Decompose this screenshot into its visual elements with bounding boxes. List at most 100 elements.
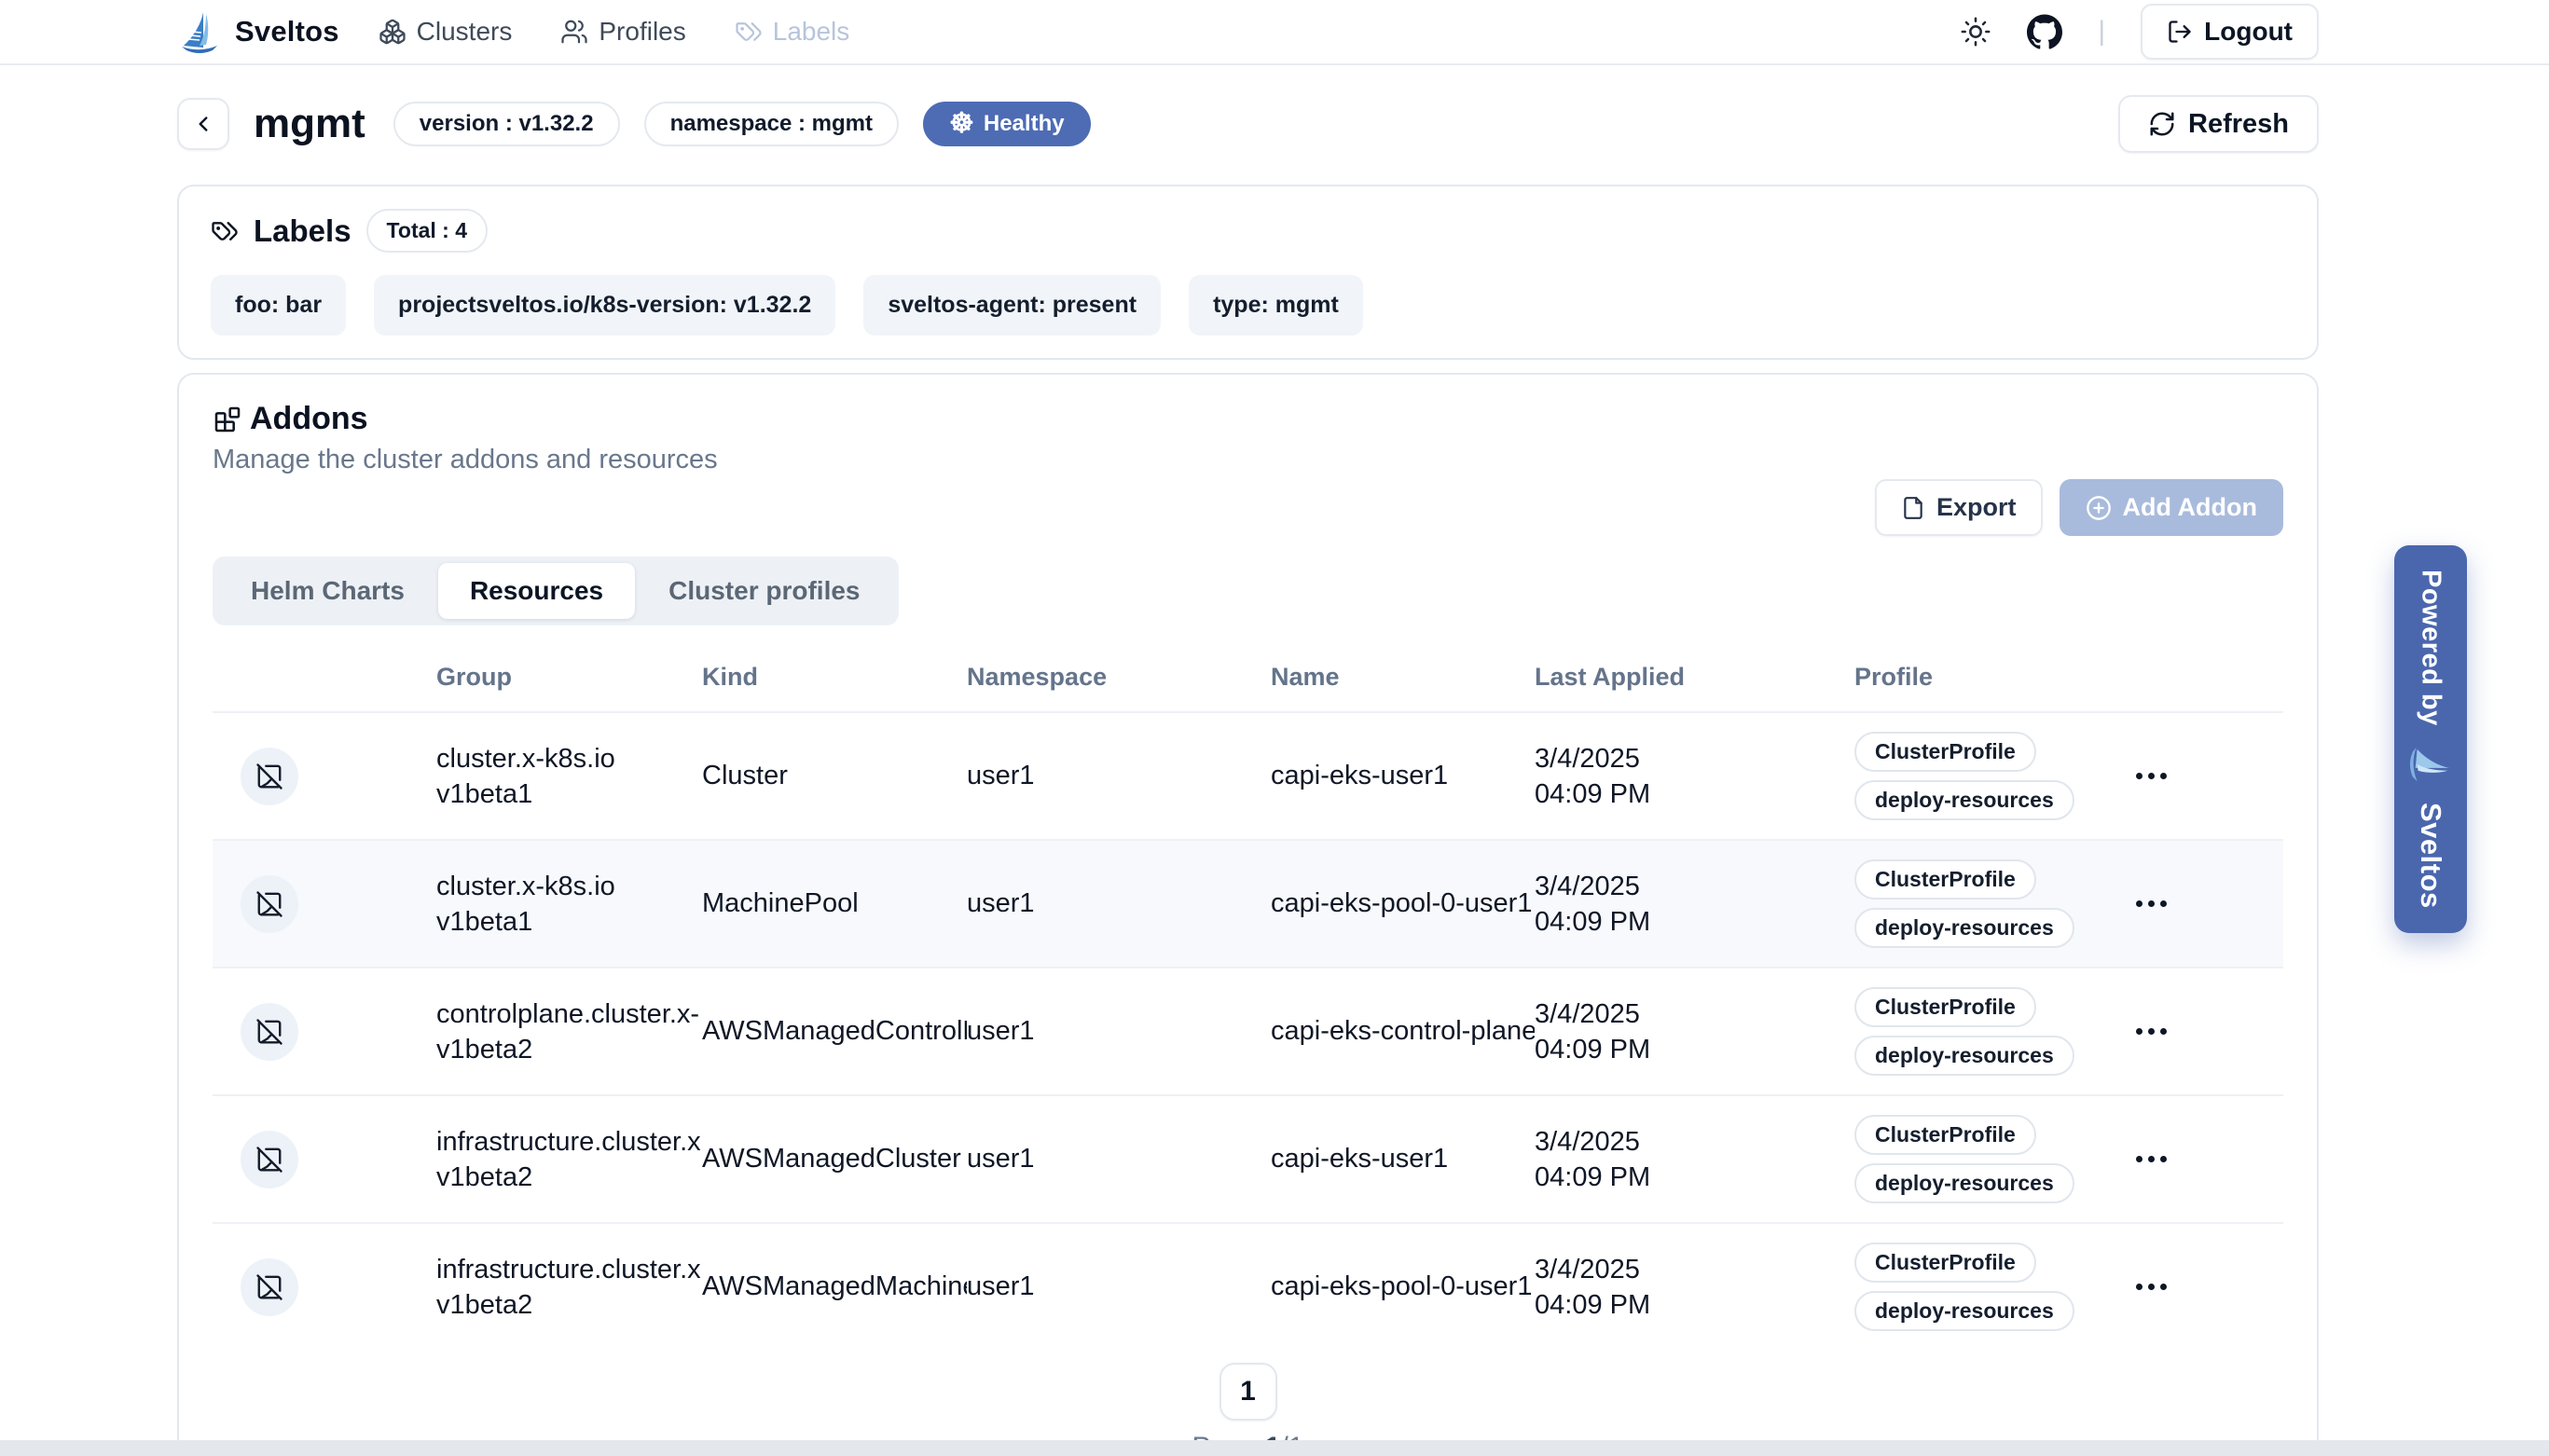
cell-name: capi-eks-user1 bbox=[1271, 761, 1535, 791]
logout-button[interactable]: Logout bbox=[2141, 4, 2319, 60]
resource-avatar bbox=[241, 875, 298, 933]
label-chip: projectsveltos.io/k8s-version: v1.32.2 bbox=[374, 275, 835, 336]
cell-date: 3/4/2025 bbox=[1535, 996, 1854, 1032]
profile-badge: ClusterProfile bbox=[1854, 859, 2036, 900]
namespace-badge: namespace : mgmt bbox=[644, 102, 899, 146]
cell-name: capi-eks-user1 bbox=[1271, 1144, 1535, 1174]
cell-group-line2: v1beta2 bbox=[436, 1287, 702, 1323]
image-off-icon bbox=[255, 1146, 283, 1174]
nav-right: | Logout bbox=[1960, 4, 2319, 60]
boxes-icon bbox=[379, 18, 406, 46]
nav-item-clusters[interactable]: Clusters bbox=[379, 17, 513, 47]
sveltos-logo-icon bbox=[2409, 743, 2452, 786]
add-addon-button[interactable]: Add Addon bbox=[2060, 479, 2283, 536]
cell-group-line2: v1beta2 bbox=[436, 1032, 702, 1067]
users-icon bbox=[560, 18, 588, 46]
row-actions-menu-button[interactable] bbox=[2130, 763, 2172, 789]
cell-name: capi-eks-control-plane bbox=[1271, 1016, 1535, 1047]
profile-badge: deploy-resources bbox=[1854, 1036, 2074, 1076]
table-row: controlplane.cluster.x- v1beta2 AWSManag… bbox=[213, 967, 2283, 1094]
cell-time: 04:09 PM bbox=[1535, 1287, 1854, 1323]
footer-strip bbox=[0, 1440, 2549, 1456]
nav-separator: | bbox=[2098, 16, 2105, 48]
powered-by-text: Powered by bbox=[2416, 570, 2446, 726]
refresh-button[interactable]: Refresh bbox=[2118, 95, 2319, 153]
addons-card-title: Addons bbox=[250, 401, 368, 437]
profile-badge: ClusterProfile bbox=[1854, 732, 2036, 772]
page-header: mgmt version : v1.32.2 namespace : mgmt … bbox=[177, 95, 2319, 153]
image-off-icon bbox=[255, 1273, 283, 1301]
blocks-icon bbox=[213, 405, 242, 434]
cell-group-line1: cluster.x-k8s.io bbox=[436, 741, 702, 776]
cell-namespace: user1 bbox=[967, 888, 1271, 919]
cell-namespace: user1 bbox=[967, 1016, 1271, 1047]
cell-time: 04:09 PM bbox=[1535, 776, 1854, 812]
page-1-button[interactable]: 1 bbox=[1219, 1363, 1277, 1421]
tab-resources[interactable]: Resources bbox=[438, 563, 635, 619]
profile-badge: deploy-resources bbox=[1854, 780, 2074, 820]
top-nav: Sveltos Clusters bbox=[0, 0, 2549, 65]
cell-kind: Cluster bbox=[702, 761, 967, 791]
label-chips: foo: bar projectsveltos.io/k8s-version: … bbox=[211, 275, 2285, 336]
row-actions-menu-button[interactable] bbox=[2130, 1019, 2172, 1044]
main-content: mgmt version : v1.32.2 namespace : mgmt … bbox=[177, 95, 2319, 1456]
label-chip: sveltos-agent: present bbox=[863, 275, 1161, 336]
logout-icon bbox=[2167, 19, 2193, 45]
nav-item-label: Clusters bbox=[417, 17, 513, 47]
profile-badge: ClusterProfile bbox=[1854, 1115, 2036, 1155]
row-actions-menu-button[interactable] bbox=[2130, 1274, 2172, 1299]
table-body: cluster.x-k8s.io v1beta1 Cluster user1 c… bbox=[213, 711, 2283, 1350]
image-off-icon bbox=[255, 890, 283, 918]
addons-card-header: Addons bbox=[213, 401, 2283, 437]
cell-date: 3/4/2025 bbox=[1535, 1252, 1854, 1287]
addons-actions: Export Add Addon bbox=[213, 479, 2283, 536]
nav-item-profiles[interactable]: Profiles bbox=[560, 17, 685, 47]
brand[interactable]: Sveltos bbox=[177, 9, 339, 54]
cell-group-line2: v1beta1 bbox=[436, 904, 702, 940]
column-header-name: Name bbox=[1271, 663, 1535, 692]
resource-avatar bbox=[241, 1258, 298, 1316]
row-actions-menu-button[interactable] bbox=[2130, 891, 2172, 916]
label-chip: type: mgmt bbox=[1189, 275, 1363, 336]
refresh-label: Refresh bbox=[2188, 109, 2289, 140]
nav-items: Clusters Profiles Labels bbox=[379, 17, 850, 47]
table-row: cluster.x-k8s.io v1beta1 Cluster user1 c… bbox=[213, 711, 2283, 839]
health-badge: ☸ Healthy bbox=[923, 102, 1091, 146]
github-icon[interactable] bbox=[2027, 14, 2062, 49]
refresh-icon bbox=[2148, 110, 2176, 138]
image-off-icon bbox=[255, 762, 283, 790]
nav-item-labels[interactable]: Labels bbox=[735, 17, 850, 47]
column-header-namespace: Namespace bbox=[967, 663, 1271, 692]
cell-group-line1: controlplane.cluster.x- bbox=[436, 996, 702, 1032]
addons-tabs: Helm Charts Resources Cluster profiles bbox=[213, 556, 899, 625]
tab-helm-charts[interactable]: Helm Charts bbox=[219, 563, 436, 619]
plus-circle-icon bbox=[2086, 495, 2112, 521]
cell-time: 04:09 PM bbox=[1535, 1032, 1854, 1067]
back-button[interactable] bbox=[177, 98, 229, 150]
cell-kind: AWSManagedControlP bbox=[702, 1016, 967, 1047]
row-actions-menu-button[interactable] bbox=[2130, 1147, 2172, 1172]
ribbon-brand-text: Sveltos bbox=[2414, 803, 2447, 909]
cell-namespace: user1 bbox=[967, 1144, 1271, 1174]
health-badge-label: Healthy bbox=[984, 111, 1065, 137]
cell-date: 3/4/2025 bbox=[1535, 741, 1854, 776]
cell-group-line2: v1beta1 bbox=[436, 776, 702, 812]
tab-cluster-profiles[interactable]: Cluster profiles bbox=[637, 563, 891, 619]
table-header-row: Group Kind Namespace Name Last Applied P… bbox=[213, 642, 2283, 711]
cell-namespace: user1 bbox=[967, 761, 1271, 791]
page-title: mgmt bbox=[254, 101, 365, 147]
export-button[interactable]: Export bbox=[1875, 479, 2043, 536]
export-label: Export bbox=[1936, 493, 2017, 522]
cell-date: 3/4/2025 bbox=[1535, 1124, 1854, 1160]
cell-namespace: user1 bbox=[967, 1271, 1271, 1302]
powered-by-ribbon[interactable]: Powered by Sveltos bbox=[2394, 545, 2467, 933]
kubernetes-helm-icon: ☸ bbox=[949, 110, 974, 138]
sun-icon[interactable] bbox=[1960, 16, 1991, 48]
sveltos-logo-icon bbox=[177, 9, 222, 54]
labels-card: Labels Total : 4 foo: bar projectsveltos… bbox=[177, 185, 2319, 360]
file-icon bbox=[1901, 496, 1925, 520]
column-header-kind: Kind bbox=[702, 663, 967, 692]
column-header-last-applied: Last Applied bbox=[1535, 663, 1854, 692]
profile-badge: deploy-resources bbox=[1854, 1163, 2074, 1203]
add-addon-label: Add Addon bbox=[2123, 493, 2257, 522]
